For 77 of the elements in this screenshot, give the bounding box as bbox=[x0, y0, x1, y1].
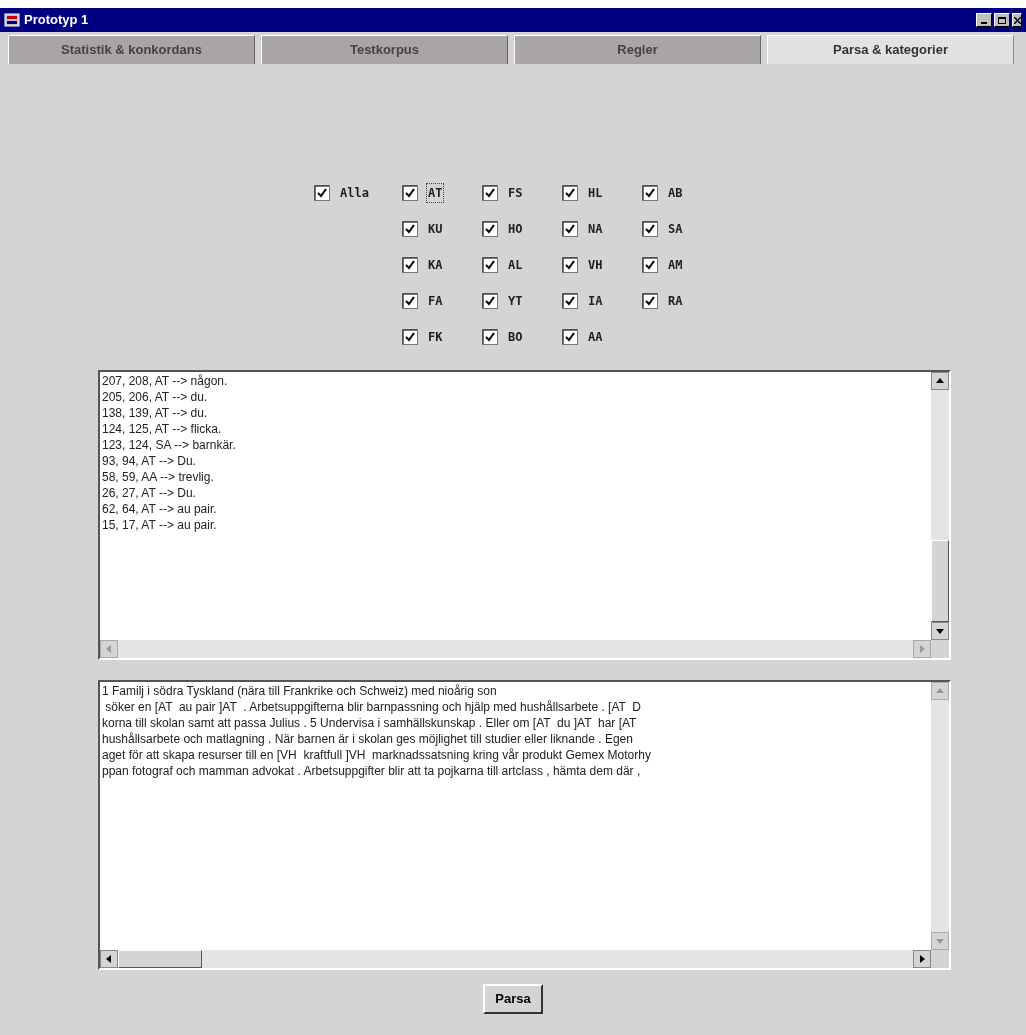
window-title: Prototyp 1 bbox=[24, 11, 89, 30]
text-line: aget för att skapa resurser till en [VH kraftfull ]VH marknadssatsning kring vår produkt Gemex Motorhy bbox=[102, 747, 651, 763]
corpus-text-area[interactable] bbox=[98, 680, 951, 970]
result-line: 93, 94, AT --> Du. bbox=[102, 453, 197, 469]
scrollbar-corner bbox=[931, 950, 949, 968]
result-line: 123, 124, SA --> barnkär. bbox=[102, 437, 237, 453]
checkbox-label: KA bbox=[427, 257, 444, 274]
checked-checkbox[interactable] bbox=[402, 185, 418, 201]
checked-checkbox[interactable] bbox=[642, 221, 658, 237]
parse-button[interactable]: Parsa bbox=[483, 984, 543, 1014]
checked-checkbox[interactable] bbox=[562, 257, 578, 273]
scroll-up-icon[interactable] bbox=[931, 372, 949, 390]
checkbox-label: FK bbox=[427, 329, 444, 346]
checked-checkbox[interactable] bbox=[402, 221, 418, 237]
checkbox-label: KU bbox=[427, 221, 444, 238]
checked-checkbox[interactable] bbox=[482, 293, 498, 309]
checked-checkbox[interactable] bbox=[562, 221, 578, 237]
checked-checkbox[interactable] bbox=[562, 329, 578, 345]
minimize-button[interactable] bbox=[976, 13, 992, 27]
app-icon bbox=[4, 12, 20, 28]
checked-checkbox[interactable] bbox=[482, 221, 498, 237]
close-button[interactable] bbox=[1012, 13, 1022, 27]
horizontal-scrollbar[interactable] bbox=[100, 950, 949, 968]
checkbox-label: AM bbox=[667, 257, 684, 274]
checkbox-label: IA bbox=[587, 293, 604, 310]
checked-checkbox[interactable] bbox=[482, 257, 498, 273]
checked-checkbox[interactable] bbox=[642, 293, 658, 309]
text-line: 1 Familj i södra Tyskland (nära till Frankrike och Schweiz) med nioårig son bbox=[102, 683, 497, 699]
checkbox-label: YT bbox=[507, 293, 524, 310]
checkbox-label: AT bbox=[426, 183, 445, 203]
checkbox-label: HL bbox=[587, 185, 604, 202]
text-line: söker en [AT au pair ]AT . Arbetsuppgifterna blir barnpassning och hjälp med hushållsarbete . [AT D bbox=[104, 699, 641, 715]
checkbox-label: HO bbox=[507, 221, 524, 238]
checkbox-label: RA bbox=[667, 293, 684, 310]
scroll-down-icon[interactable] bbox=[931, 622, 949, 640]
checked-checkbox[interactable] bbox=[482, 329, 498, 345]
result-line: 205, 206, AT --> du. bbox=[102, 389, 209, 405]
scroll-left-icon[interactable] bbox=[100, 950, 118, 968]
checked-checkbox[interactable] bbox=[314, 185, 330, 201]
text-line: ppan fotograf och mamman advokat . Arbetsuppgifter blir att ta pojkarna till artclass , hämta dem där , bbox=[102, 763, 641, 779]
checked-checkbox[interactable] bbox=[402, 293, 418, 309]
checkbox-label: BO bbox=[507, 329, 524, 346]
checkbox-label: FA bbox=[427, 293, 444, 310]
checked-checkbox[interactable] bbox=[562, 185, 578, 201]
checked-checkbox[interactable] bbox=[402, 329, 418, 345]
maximize-button[interactable] bbox=[994, 13, 1010, 27]
result-line: 62, 64, AT --> au pair. bbox=[102, 501, 218, 517]
checked-checkbox[interactable] bbox=[482, 185, 498, 201]
result-line: 26, 27, AT --> Du. bbox=[102, 485, 197, 501]
checkbox-label: AA bbox=[587, 329, 604, 346]
scroll-thumb[interactable] bbox=[931, 540, 949, 622]
result-line: 15, 17, AT --> au pair. bbox=[102, 517, 218, 533]
text-line: korna till skolan samt att passa Julius . 5 Undervisa i samhällskunskap . Eller om [AT du ]AT har [AT bbox=[102, 715, 637, 731]
result-line: 124, 125, AT --> flicka. bbox=[102, 421, 223, 437]
tab[interactable]: Regler bbox=[514, 35, 761, 64]
checked-checkbox[interactable] bbox=[642, 257, 658, 273]
scroll-right-icon[interactable] bbox=[913, 950, 931, 968]
checkbox-label: VH bbox=[587, 257, 604, 274]
checkbox-label: SA bbox=[667, 221, 684, 238]
result-line: 58, 59, AA --> trevlig. bbox=[102, 469, 215, 485]
checked-checkbox[interactable] bbox=[562, 293, 578, 309]
vertical-scrollbar[interactable] bbox=[931, 372, 949, 640]
scroll-thumb[interactable] bbox=[118, 950, 202, 968]
checkbox-label: FS bbox=[507, 185, 524, 202]
checkbox-label: Alla bbox=[339, 185, 370, 202]
checkbox-label: AL bbox=[507, 257, 524, 274]
checkbox-label: NA bbox=[587, 221, 604, 238]
text-line: hushållsarbete och matlagning . När barnen är i skolan ges möjlighet till studier eller liknande . Egen bbox=[102, 731, 633, 747]
checked-checkbox[interactable] bbox=[642, 185, 658, 201]
result-line: 207, 208, AT --> någon. bbox=[102, 373, 229, 389]
result-line: 138, 139, AT --> du. bbox=[102, 405, 209, 421]
scrollbar-corner bbox=[931, 640, 949, 658]
tab[interactable]: Testkorpus bbox=[261, 35, 508, 64]
tab[interactable]: Parsa & kategorier bbox=[767, 35, 1014, 64]
checkbox-label: AB bbox=[667, 185, 684, 202]
tab[interactable]: Statistik & konkordans bbox=[8, 35, 255, 64]
checked-checkbox[interactable] bbox=[402, 257, 418, 273]
